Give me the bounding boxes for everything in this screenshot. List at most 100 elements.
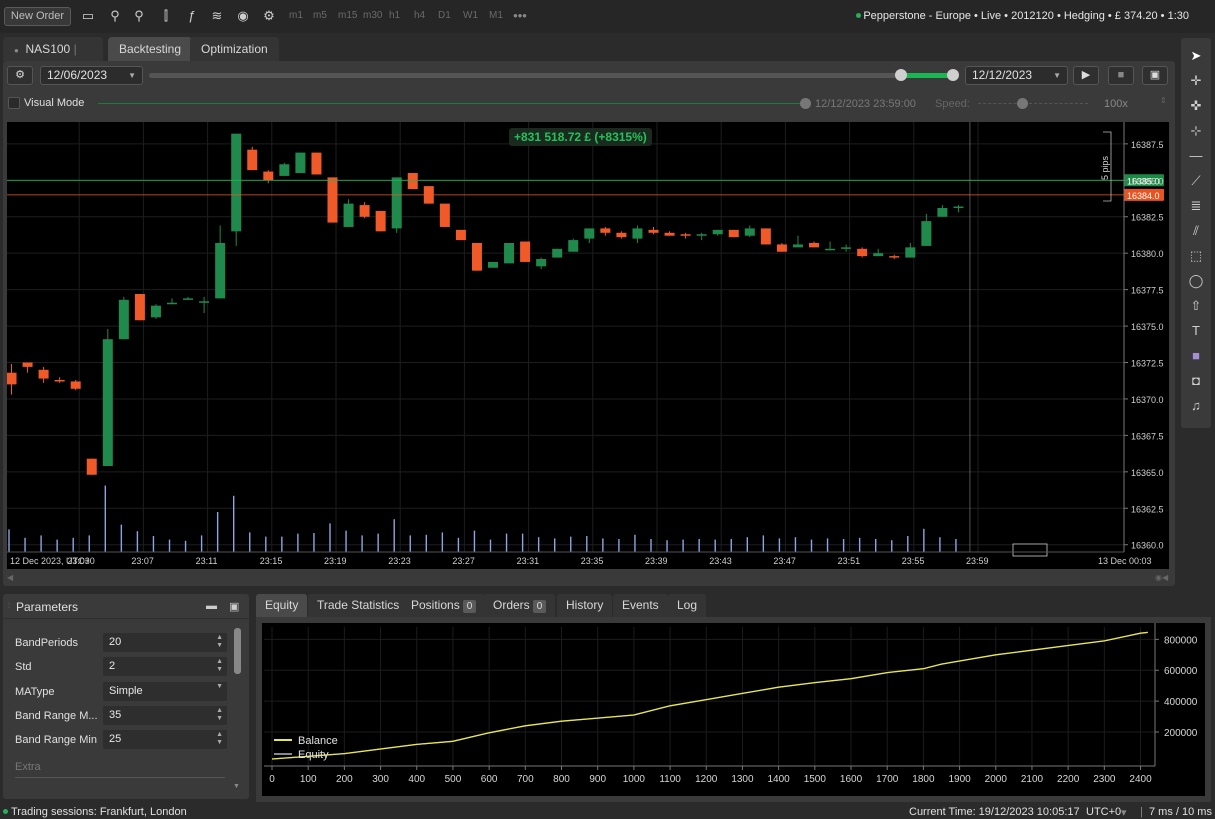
tab-optimization[interactable]: Optimization xyxy=(190,37,279,61)
visual-mode-checkbox[interactable] xyxy=(8,97,20,109)
tab-orders[interactable]: Orders 0 xyxy=(484,594,556,617)
tab-history[interactable]: History xyxy=(557,594,613,617)
indicators-icon[interactable]: ƒ xyxy=(184,8,200,24)
timeframe-M1[interactable]: M1 xyxy=(489,10,503,21)
param-label: MAType xyxy=(15,686,55,698)
pitchfork-icon[interactable]: ⫽ xyxy=(1181,221,1211,241)
candle-body xyxy=(118,299,129,340)
zoom-out-icon[interactable]: ⚲ xyxy=(107,8,123,24)
end-date-select[interactable]: 12/12/2023 ▼ xyxy=(965,66,1068,85)
timeframe-m15[interactable]: m15 xyxy=(338,10,357,21)
tab-positions[interactable]: Positions 0 xyxy=(402,594,486,617)
save-button[interactable]: ▣ xyxy=(1142,66,1168,85)
timezone-select[interactable]: UTC+0 xyxy=(1086,806,1121,818)
text-icon[interactable]: T xyxy=(1181,321,1211,341)
save-params-icon[interactable]: ▣ xyxy=(229,600,239,613)
candle-body xyxy=(584,228,595,239)
eye-icon[interactable]: ◉ xyxy=(235,8,251,24)
play-button[interactable]: ▶ xyxy=(1073,66,1099,85)
chevron-down-icon[interactable]: ▾ xyxy=(1121,806,1127,819)
crosshair-plus-icon[interactable]: ✜ xyxy=(1181,96,1211,116)
candle-body xyxy=(760,228,771,245)
candle-body xyxy=(38,369,49,379)
arrow-up-icon[interactable]: ⇧ xyxy=(1181,296,1211,316)
horizontal-line-icon[interactable]: — xyxy=(1181,146,1211,166)
pips-label: 5 pips xyxy=(1100,155,1110,180)
y-tick-label: 16362.5 xyxy=(1131,504,1164,514)
tab-backtesting[interactable]: Backtesting xyxy=(108,37,193,61)
timeframe-D1[interactable]: D1 xyxy=(438,10,451,21)
settings-button[interactable]: ⚙ xyxy=(7,66,33,85)
x-tick-label: 23:15 xyxy=(260,556,283,566)
scroll-down-icon[interactable]: ▼ xyxy=(233,783,240,790)
spinner-icon[interactable]: ▲ ▼ xyxy=(216,731,223,747)
camera-icon[interactable]: ◘ xyxy=(1181,371,1211,391)
more-icon[interactable]: ••• xyxy=(512,8,528,24)
spinner-icon[interactable]: ▲ ▼ xyxy=(216,707,223,723)
param-field[interactable]: 25 ▲ ▼ xyxy=(103,730,227,749)
scrollbar-thumb[interactable] xyxy=(234,628,241,674)
chart-type-icon[interactable]: ⫿ xyxy=(158,8,174,24)
timeframe-h4[interactable]: h4 xyxy=(414,10,425,21)
session-status-icon xyxy=(3,809,8,814)
tab-trade-statistics[interactable]: Trade Statistics xyxy=(308,594,409,617)
cursor-icon[interactable]: ➤ xyxy=(1181,46,1211,66)
layers-icon[interactable]: ≋ xyxy=(209,8,225,24)
separator: | xyxy=(1140,806,1143,818)
candle-body xyxy=(70,381,81,389)
visual-progress-handle[interactable] xyxy=(800,98,811,109)
tab-events[interactable]: Events xyxy=(613,594,668,617)
range-end-handle[interactable] xyxy=(947,69,959,81)
trendline-icon[interactable]: ⟋ xyxy=(1181,171,1211,191)
zoom-in-icon[interactable]: ⚲ xyxy=(131,8,147,24)
color-swatch-icon[interactable]: ■ xyxy=(1181,346,1211,366)
stop-button[interactable]: ■ xyxy=(1108,66,1134,85)
candle-body xyxy=(632,228,643,239)
speed-handle[interactable] xyxy=(1017,98,1028,109)
param-field[interactable]: 2 ▲ ▼ xyxy=(103,657,227,676)
measure-icon[interactable]: ⊹ xyxy=(1181,121,1211,141)
spinner-icon[interactable]: ▲ ▼ xyxy=(216,658,223,674)
load-icon[interactable]: ▬ xyxy=(206,600,217,612)
range-start-handle[interactable] xyxy=(895,69,907,81)
chart-settings-icon[interactable]: ⚙ xyxy=(261,8,277,24)
rectangle-select-icon[interactable]: ⬚ xyxy=(1181,246,1211,266)
param-field[interactable]: Simple ▼ xyxy=(103,682,227,701)
chevron-down-icon[interactable]: ▼ xyxy=(216,683,223,691)
spinner-icon[interactable]: ▲ ▼ xyxy=(216,634,223,650)
param-label: BandPeriods xyxy=(15,637,78,649)
price-chart[interactable]: 16385.016384.05 pips 16387.516385.016382… xyxy=(7,122,1169,569)
bell-icon[interactable]: ♫ xyxy=(1181,396,1211,416)
equity-chart[interactable]: 800000 600000 400000 200000 0 100 200 300 400 500… xyxy=(262,623,1205,796)
layout-icon[interactable]: ▭ xyxy=(80,8,96,24)
legend-equity-label: Equity xyxy=(298,749,329,761)
save-icon: ▣ xyxy=(1149,69,1161,81)
speed-slider[interactable] xyxy=(978,103,1088,104)
ellipse-icon[interactable]: ◯ xyxy=(1181,271,1211,291)
tab-equity[interactable]: Equity xyxy=(256,594,308,617)
speed-value: 100x xyxy=(1104,98,1128,110)
fibonacci-icon[interactable]: ≣ xyxy=(1181,196,1211,216)
tab-symbol[interactable]: ● NAS100 | m1 xyxy=(3,37,103,82)
x-tick-label: 2200 xyxy=(1057,774,1080,785)
account-info[interactable]: Pepperstone - Europe • Live • 2012120 • … xyxy=(863,10,1189,22)
candle-body xyxy=(568,240,579,252)
crosshair-icon[interactable]: ✛ xyxy=(1181,71,1211,91)
date-range-slider[interactable] xyxy=(149,69,959,81)
candle-body xyxy=(167,302,177,305)
start-date-select[interactable]: 12/06/2023 ▼ xyxy=(40,66,143,85)
tab-log[interactable]: Log xyxy=(668,594,707,617)
param-field[interactable]: 35 ▲ ▼ xyxy=(103,706,227,725)
x-tick-label: 600 xyxy=(481,774,498,785)
drag-handle-icon[interactable]: ⋮ xyxy=(6,602,12,609)
scroll-left-icon[interactable]: ◀ xyxy=(7,573,13,582)
param-field[interactable]: 20 ▲ ▼ xyxy=(103,633,227,652)
timeframe-h1[interactable]: h1 xyxy=(389,10,400,21)
timeframe-m1[interactable]: m1 xyxy=(289,10,303,21)
scroll-right-icon[interactable]: ◉◀ xyxy=(1155,573,1168,582)
timeframe-m5[interactable]: m5 xyxy=(313,10,327,21)
timeframe-m30[interactable]: m30 xyxy=(363,10,382,21)
new-order-button[interactable]: New Order xyxy=(4,7,71,26)
speed-spinner-icon[interactable]: ⇕ xyxy=(1160,96,1167,105)
timeframe-W1[interactable]: W1 xyxy=(463,10,478,21)
